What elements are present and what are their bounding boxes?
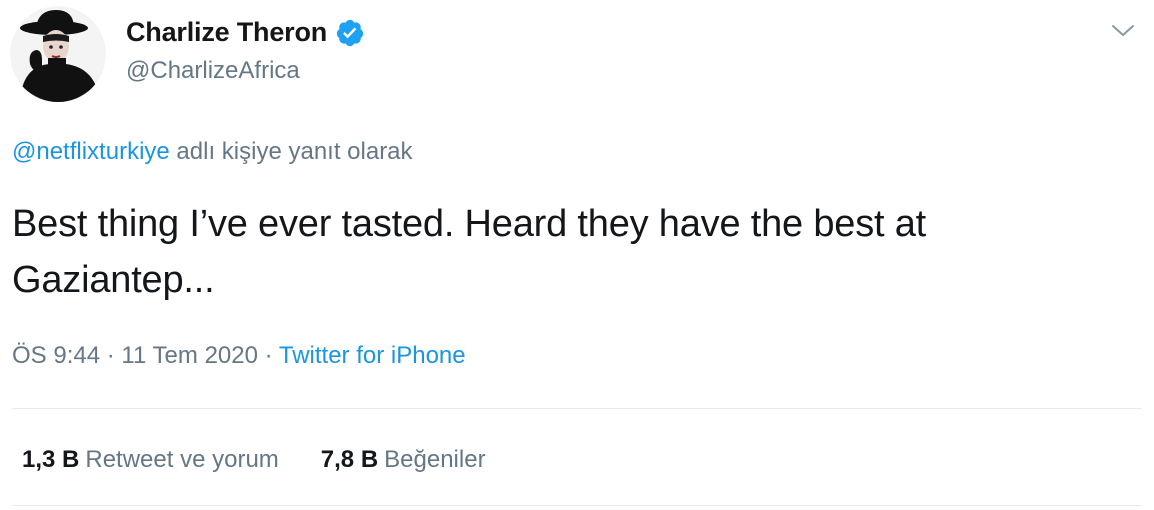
tweet-date[interactable]: 11 Tem 2020: [121, 342, 258, 369]
retweets-stat[interactable]: 1,3 B Retweet ve yorum: [22, 446, 279, 474]
divider: [12, 505, 1142, 506]
likes-stat[interactable]: 7,8 B Beğeniler: [321, 446, 486, 474]
avatar-image: [10, 6, 106, 102]
author-name-row: Charlize Theron: [126, 17, 365, 48]
tweet-source-link[interactable]: Twitter for iPhone: [279, 342, 466, 369]
likes-label: Beğeniler: [384, 446, 486, 473]
chevron-down-icon[interactable]: [1110, 22, 1136, 40]
tweet-stats: 1,3 B Retweet ve yorum 7,8 B Beğeniler: [22, 446, 486, 474]
meta-separator: ·: [106, 342, 115, 369]
avatar[interactable]: [10, 6, 106, 102]
divider: [12, 408, 1142, 409]
tweet-card: Charlize Theron @CharlizeAfrica @netflix…: [0, 0, 1154, 510]
author-handle[interactable]: @CharlizeAfrica: [126, 57, 300, 85]
meta-separator: ·: [264, 342, 273, 369]
tweet-text: Best thing I’ve ever tasted. Heard they …: [12, 203, 927, 301]
retweets-count: 1,3 B: [22, 446, 80, 473]
reply-context-label: adlı kişiye yanıt olarak: [176, 138, 413, 165]
verified-badge-icon: [336, 19, 364, 46]
retweets-label: Retweet ve yorum: [85, 446, 279, 473]
tweet-time[interactable]: ÖS 9:44: [12, 342, 100, 369]
reply-context: @netflixturkiye adlı kişiye yanıt olarak: [12, 138, 413, 166]
likes-count: 7,8 B: [320, 446, 379, 473]
reply-mention-link[interactable]: @netflixturkiye: [12, 138, 170, 165]
tweet-meta: ÖS 9:44 · 11 Tem 2020 · Twitter for iPho…: [12, 342, 466, 370]
author-name[interactable]: Charlize Theron: [126, 17, 327, 48]
